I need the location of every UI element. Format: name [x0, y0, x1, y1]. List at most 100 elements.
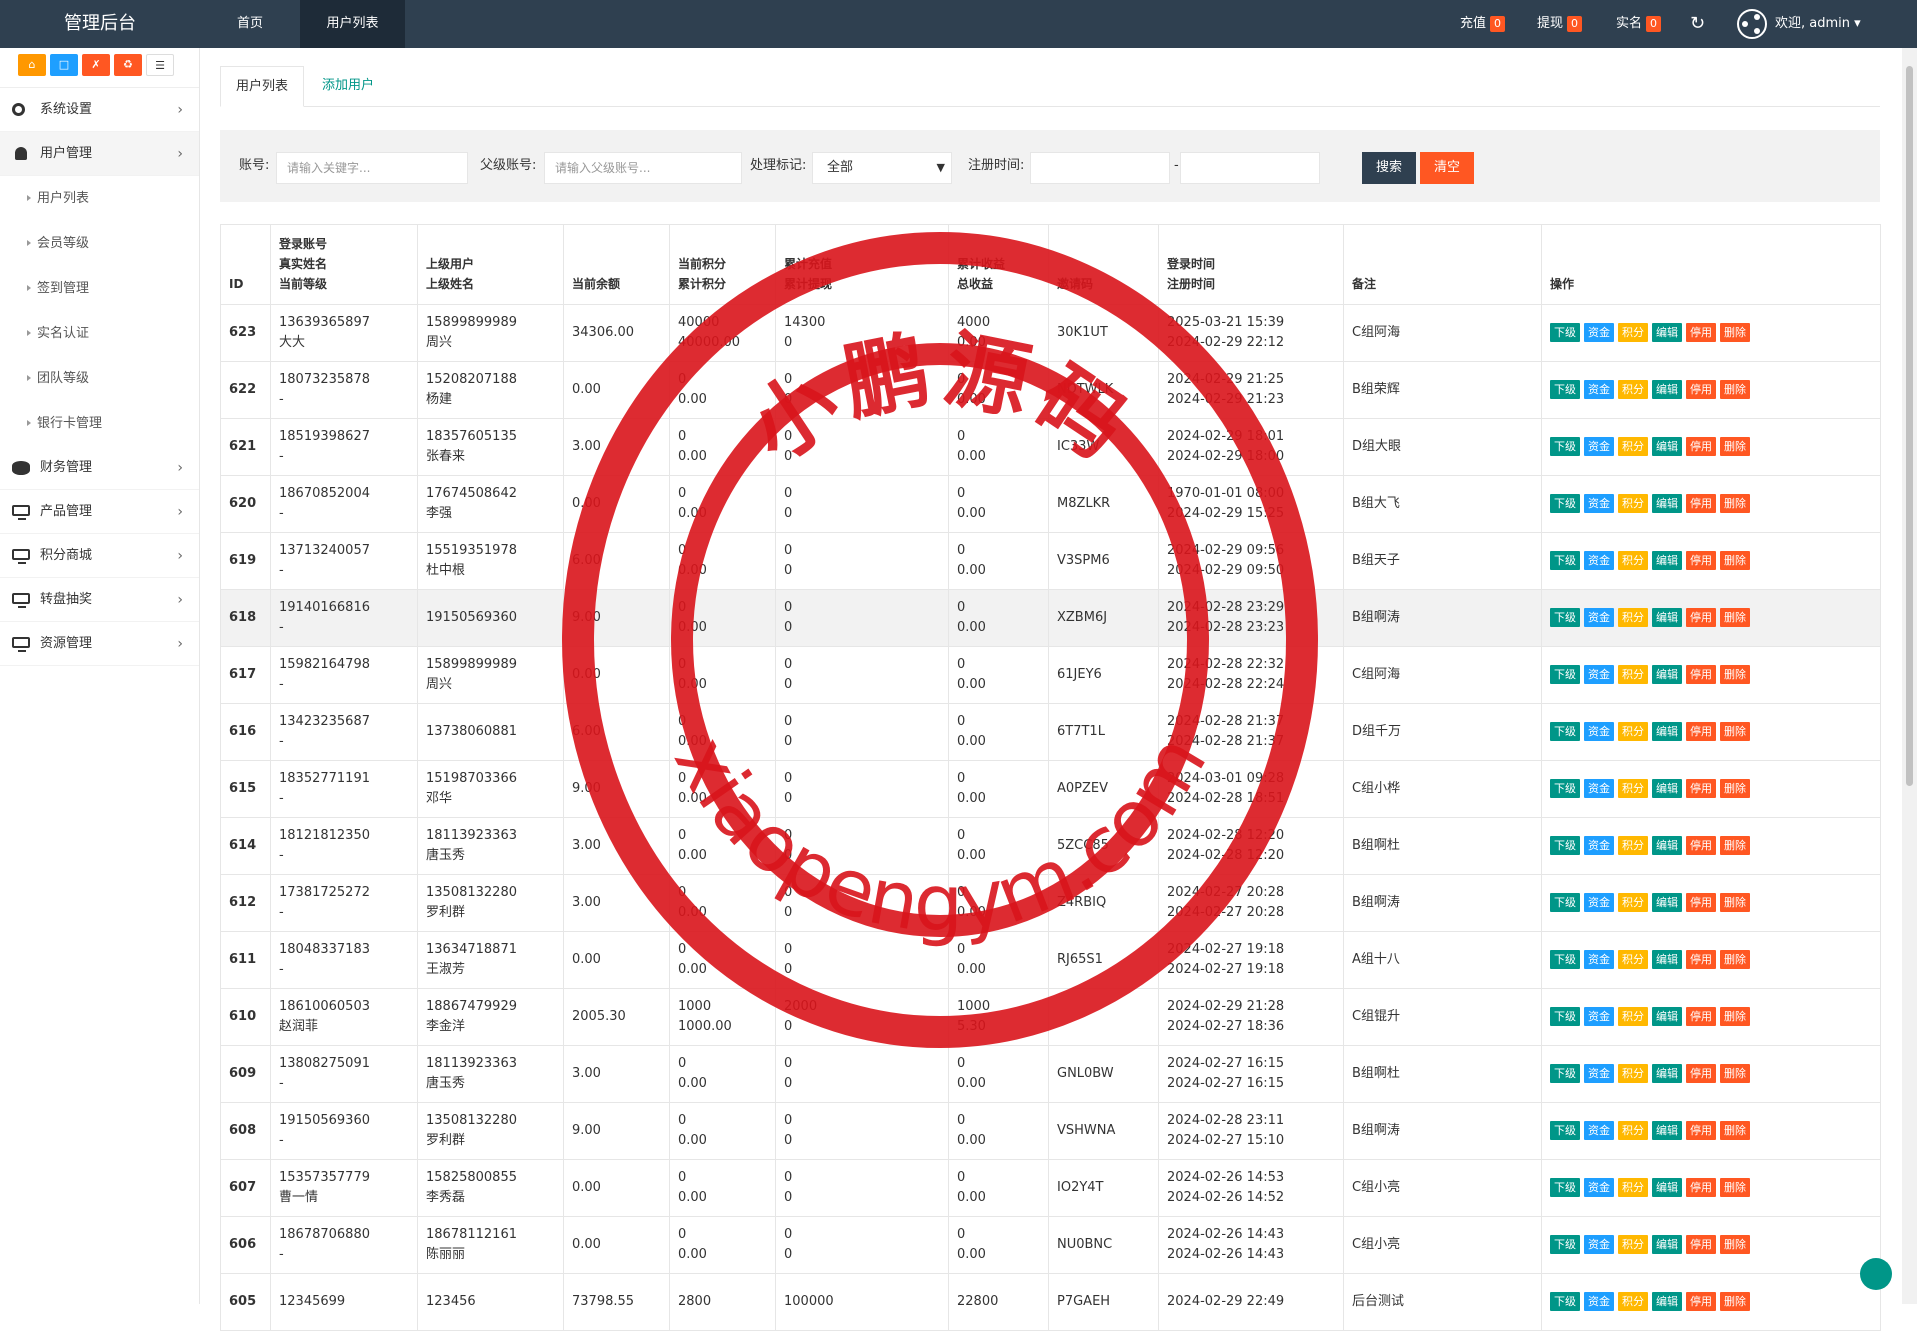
list-icon[interactable]: ☰ — [146, 54, 174, 76]
delete-button[interactable]: 删除 — [1720, 893, 1750, 912]
edit-button[interactable]: 编辑 — [1652, 608, 1682, 627]
edit-button[interactable]: 编辑 — [1652, 551, 1682, 570]
edit-button[interactable]: 编辑 — [1652, 323, 1682, 342]
regtime-start-input[interactable] — [1030, 152, 1170, 184]
disable-button[interactable]: 停用 — [1686, 494, 1716, 513]
points-button[interactable]: 积分 — [1618, 1121, 1648, 1140]
funds-button[interactable]: 资金 — [1584, 779, 1614, 798]
sidebar-subitem-bankcard[interactable]: 银行卡管理 — [0, 401, 199, 446]
edit-button[interactable]: 编辑 — [1652, 1178, 1682, 1197]
points-button[interactable]: 积分 — [1618, 323, 1648, 342]
sidebar-subitem-checkin[interactable]: 签到管理 — [0, 266, 199, 311]
funds-button[interactable]: 资金 — [1584, 494, 1614, 513]
funds-button[interactable]: 资金 — [1584, 1121, 1614, 1140]
search-button[interactable]: 搜索 — [1362, 152, 1416, 184]
disable-button[interactable]: 停用 — [1686, 1235, 1716, 1254]
disable-button[interactable]: 停用 — [1686, 323, 1716, 342]
disable-button[interactable]: 停用 — [1686, 893, 1716, 912]
disable-button[interactable]: 停用 — [1686, 1121, 1716, 1140]
recycle-icon[interactable]: ♻ — [114, 54, 142, 76]
sidebar-item-system[interactable]: 系统设置 › — [0, 88, 199, 132]
disable-button[interactable]: 停用 — [1686, 836, 1716, 855]
funds-button[interactable]: 资金 — [1584, 722, 1614, 741]
delete-button[interactable]: 删除 — [1720, 1064, 1750, 1083]
disable-button[interactable]: 停用 — [1686, 1064, 1716, 1083]
funds-button[interactable]: 资金 — [1584, 608, 1614, 627]
edit-button[interactable]: 编辑 — [1652, 950, 1682, 969]
sub-button[interactable]: 下级 — [1550, 1064, 1580, 1083]
sub-button[interactable]: 下级 — [1550, 437, 1580, 456]
edit-button[interactable]: 编辑 — [1652, 494, 1682, 513]
realname-notice[interactable]: 实名 0 — [1616, 0, 1662, 48]
points-button[interactable]: 积分 — [1618, 779, 1648, 798]
points-button[interactable]: 积分 — [1618, 1235, 1648, 1254]
flag-select[interactable]: 全部 ▼ — [812, 152, 952, 184]
points-button[interactable]: 积分 — [1618, 1007, 1648, 1026]
sub-button[interactable]: 下级 — [1550, 1235, 1580, 1254]
sidebar-item-lottery[interactable]: 转盘抽奖 › — [0, 578, 199, 622]
nav-home[interactable]: 首页 — [200, 0, 300, 48]
disable-button[interactable]: 停用 — [1686, 665, 1716, 684]
points-button[interactable]: 积分 — [1618, 665, 1648, 684]
points-button[interactable]: 积分 — [1618, 494, 1648, 513]
edit-button[interactable]: 编辑 — [1652, 380, 1682, 399]
sidebar-item-resources[interactable]: 资源管理 › — [0, 622, 199, 666]
edit-button[interactable]: 编辑 — [1652, 437, 1682, 456]
delete-button[interactable]: 删除 — [1720, 836, 1750, 855]
sub-button[interactable]: 下级 — [1550, 608, 1580, 627]
disable-button[interactable]: 停用 — [1686, 437, 1716, 456]
tab-user-list[interactable]: 用户列表 — [220, 66, 305, 107]
disable-button[interactable]: 停用 — [1686, 950, 1716, 969]
points-button[interactable]: 积分 — [1618, 437, 1648, 456]
funds-button[interactable]: 资金 — [1584, 1235, 1614, 1254]
funds-button[interactable]: 资金 — [1584, 437, 1614, 456]
points-button[interactable]: 积分 — [1618, 1292, 1648, 1311]
delete-button[interactable]: 删除 — [1720, 722, 1750, 741]
disable-button[interactable]: 停用 — [1686, 1007, 1716, 1026]
sub-button[interactable]: 下级 — [1550, 1178, 1580, 1197]
edit-button[interactable]: 编辑 — [1652, 665, 1682, 684]
delete-button[interactable]: 删除 — [1720, 380, 1750, 399]
delete-button[interactable]: 删除 — [1720, 1178, 1750, 1197]
sub-button[interactable]: 下级 — [1550, 380, 1580, 399]
edit-button[interactable]: 编辑 — [1652, 779, 1682, 798]
sub-button[interactable]: 下级 — [1550, 722, 1580, 741]
points-button[interactable]: 积分 — [1618, 551, 1648, 570]
sidebar-item-points-mall[interactable]: 积分商城 › — [0, 534, 199, 578]
funds-button[interactable]: 资金 — [1584, 1178, 1614, 1197]
scrollbar-thumb[interactable] — [1906, 66, 1913, 786]
funds-button[interactable]: 资金 — [1584, 836, 1614, 855]
user-menu[interactable]: 欢迎, admin ▾ — [1775, 0, 1861, 48]
disable-button[interactable]: 停用 — [1686, 608, 1716, 627]
sidebar-item-finance[interactable]: 财务管理 › — [0, 446, 199, 490]
funds-button[interactable]: 资金 — [1584, 893, 1614, 912]
sidebar-subitem-member-level[interactable]: 会员等级 — [0, 221, 199, 266]
recharge-notice[interactable]: 充值 0 — [1460, 0, 1506, 48]
refresh-icon[interactable]: ↻ — [1690, 0, 1705, 48]
sub-button[interactable]: 下级 — [1550, 551, 1580, 570]
sub-button[interactable]: 下级 — [1550, 494, 1580, 513]
sub-button[interactable]: 下级 — [1550, 665, 1580, 684]
edit-button[interactable]: 编辑 — [1652, 893, 1682, 912]
edit-button[interactable]: 编辑 — [1652, 1064, 1682, 1083]
sub-button[interactable]: 下级 — [1550, 950, 1580, 969]
sidebar-subitem-user-list[interactable]: 用户列表 — [0, 176, 199, 221]
tab-add-user[interactable]: 添加用户 — [307, 66, 389, 107]
edit-button[interactable]: 编辑 — [1652, 1007, 1682, 1026]
delete-button[interactable]: 删除 — [1720, 608, 1750, 627]
funds-button[interactable]: 资金 — [1584, 551, 1614, 570]
sub-button[interactable]: 下级 — [1550, 779, 1580, 798]
sub-button[interactable]: 下级 — [1550, 836, 1580, 855]
delete-button[interactable]: 删除 — [1720, 551, 1750, 570]
points-button[interactable]: 积分 — [1618, 1178, 1648, 1197]
points-button[interactable]: 积分 — [1618, 893, 1648, 912]
disable-button[interactable]: 停用 — [1686, 1178, 1716, 1197]
funds-button[interactable]: 资金 — [1584, 323, 1614, 342]
sidebar-subitem-realname[interactable]: 实名认证 — [0, 311, 199, 356]
sidebar-subitem-team-level[interactable]: 团队等级 — [0, 356, 199, 401]
delete-button[interactable]: 删除 — [1720, 950, 1750, 969]
avatar[interactable] — [1737, 9, 1767, 39]
disable-button[interactable]: 停用 — [1686, 722, 1716, 741]
delete-button[interactable]: 删除 — [1720, 1235, 1750, 1254]
points-button[interactable]: 积分 — [1618, 836, 1648, 855]
